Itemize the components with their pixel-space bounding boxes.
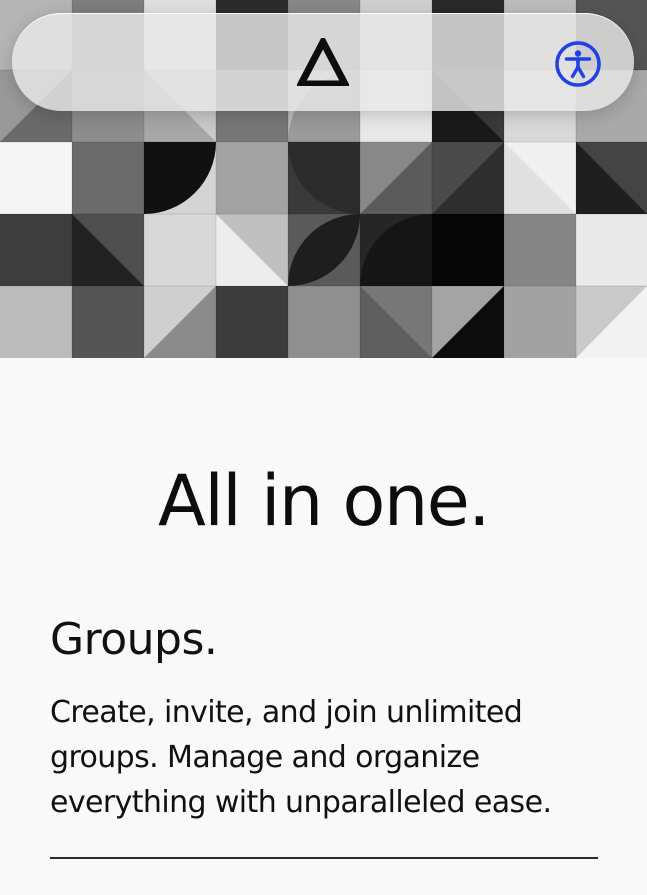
page-headline: All in one. [157, 460, 491, 542]
triangle-logo-icon[interactable] [295, 34, 351, 88]
divider [50, 857, 598, 859]
feature-title: Groups. [50, 614, 218, 665]
feature-description: Create, invite, and join unlimited group… [50, 695, 552, 820]
accessibility-icon[interactable] [554, 40, 602, 88]
